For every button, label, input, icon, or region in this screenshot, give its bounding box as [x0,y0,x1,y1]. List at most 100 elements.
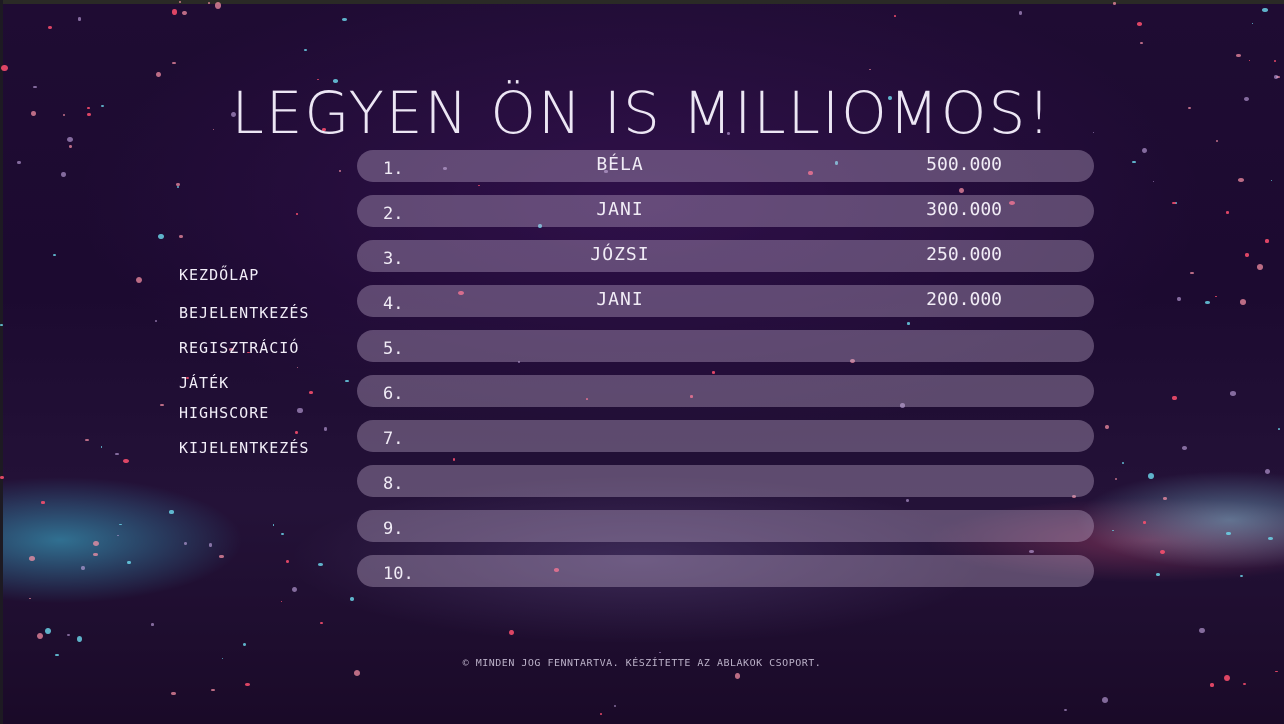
footer-copyright: © Minden jog fenntartva. Készítette az A… [462,658,822,669]
bokeh-particle [1136,22,1143,26]
bokeh-particle [1112,2,1116,5]
nav-item-kezdolap[interactable]: Kezdőlap [179,266,259,284]
highscore-row: 1. BÉLA 500.000 [357,150,1094,182]
bokeh-particle [169,510,174,514]
bokeh-particle [41,501,45,504]
nav-item-kijelentkezes[interactable]: Kijelentkezés [179,439,309,457]
bokeh-particle [85,439,89,442]
bokeh-particle [81,566,85,571]
bokeh-particle [1104,424,1110,430]
bokeh-particle [29,598,31,600]
bokeh-particle [17,161,21,165]
bokeh-particle [1265,239,1269,243]
bokeh-particle [159,403,164,407]
bokeh-particle [295,213,298,215]
bokeh-particle [36,632,43,640]
bokeh-particle [28,556,35,561]
rank-number: 10. [383,564,414,584]
bokeh-particle [1262,8,1268,12]
bokeh-particle [1237,178,1244,183]
nav-item-regisztracio[interactable]: Regisztráció [179,339,299,357]
bokeh-particle [210,688,215,691]
bokeh-particle [242,643,246,647]
bokeh-particle [1177,297,1182,302]
bokeh-particle [176,186,179,188]
player-name: BÉLA [596,154,644,175]
bokeh-particle [339,170,342,172]
bokeh-particle [350,597,355,602]
bokeh-particle [1275,670,1278,673]
bokeh-particle [1111,529,1115,532]
bokeh-particle [280,600,283,602]
bokeh-particle [281,532,285,536]
bokeh-particle [178,0,182,3]
bokeh-particle [1244,253,1250,258]
bokeh-particle [1210,683,1214,687]
bokeh-particle [1265,469,1271,474]
bokeh-particle [208,543,212,547]
bokeh-particle [1171,395,1177,401]
bokeh-particle [1142,521,1146,524]
bokeh-particle [711,371,715,374]
bokeh-particle [1018,11,1023,15]
nav-item-bejelentkezes[interactable]: Bejelentkezés [179,304,309,322]
bokeh-particle [1214,295,1217,298]
player-score: 200.000 [926,289,1002,310]
highscore-row: 5. [357,330,1094,362]
bokeh-particle [1236,53,1241,57]
window-top-border [0,0,1284,4]
bokeh-particle [345,379,350,383]
bokeh-particle [297,408,303,413]
bokeh-particle [1102,697,1108,703]
bokeh-particle [1115,477,1118,480]
rank-number: 2. [383,204,404,224]
bokeh-particle [295,430,298,434]
player-score: 500.000 [926,154,1002,175]
bokeh-particle [1172,201,1176,204]
bokeh-particle [1190,271,1194,274]
bokeh-particle [76,636,82,642]
bokeh-particle [1242,682,1247,685]
bokeh-particle [181,10,188,16]
bokeh-particle [1199,627,1205,634]
bokeh-particle [48,25,53,29]
nav-item-jatek[interactable]: Játék [179,374,229,392]
bokeh-particle [1141,147,1148,154]
rank-number: 1. [383,159,404,179]
bokeh-particle [207,2,211,5]
bokeh-particle [323,426,328,431]
bokeh-particle [906,499,910,503]
bokeh-particle [1163,497,1167,501]
bokeh-particle [353,669,361,676]
bokeh-particle [77,17,81,21]
player-score: 250.000 [926,244,1002,265]
bokeh-particle [178,234,183,239]
bokeh-particle [599,713,602,716]
nav-item-highscore[interactable]: Highscore [179,404,269,422]
bokeh-particle [1248,59,1251,62]
highscore-row: 4. JANI 200.000 [357,285,1094,317]
bokeh-particle [1152,180,1155,182]
bokeh-particle [1274,59,1277,62]
bokeh-particle [303,49,307,51]
bokeh-particle [1148,473,1154,479]
bokeh-particle [1159,549,1166,555]
bokeh-particle [1226,532,1231,536]
bokeh-particle [906,322,910,325]
bokeh-particle [1239,299,1246,305]
bokeh-particle [100,446,103,448]
bokeh-particle [158,234,164,239]
bokeh-particle [1278,428,1281,431]
bokeh-particle [55,653,60,657]
bokeh-particle [1224,674,1230,681]
bokeh-particle [155,71,161,77]
rank-number: 9. [383,519,404,539]
bokeh-particle [116,534,120,537]
bokeh-particle [613,705,616,708]
player-name: JANI [596,199,644,220]
rank-number: 4. [383,294,404,314]
highscore-row: 8. [357,465,1094,497]
bokeh-particle [509,629,515,635]
bokeh-particle [477,184,480,187]
bokeh-particle [958,187,964,194]
